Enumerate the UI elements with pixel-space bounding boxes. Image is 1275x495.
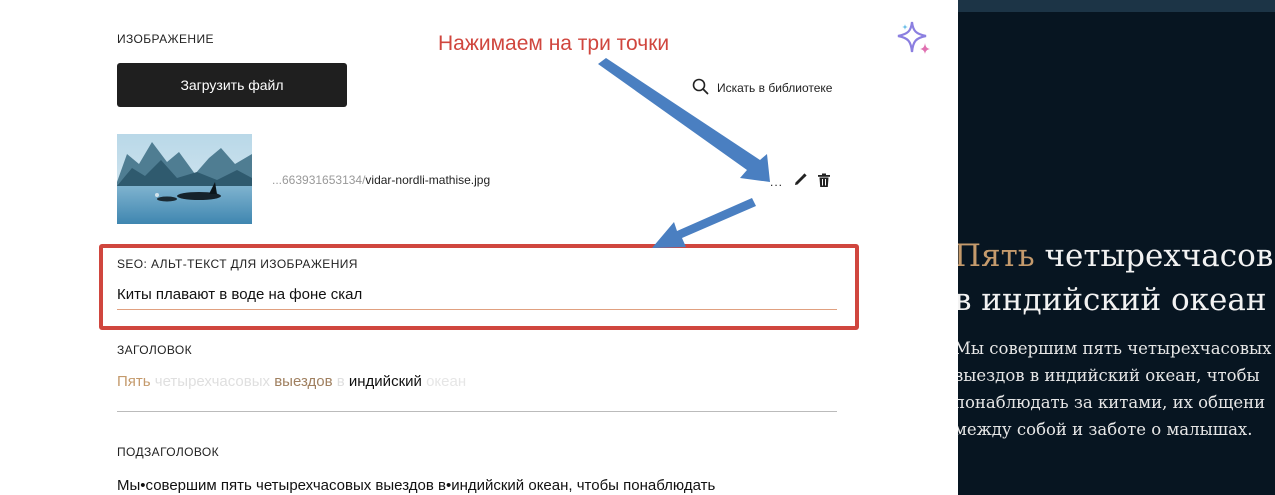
- annotation-arrows: [598, 58, 770, 248]
- editor-panel: ИЗОБРАЖЕНИЕ Загрузить файл Искать в библ…: [0, 0, 958, 495]
- sparkle-icon[interactable]: [896, 20, 932, 61]
- preview-subtitle: Мы совершим пять четырехчасовых выездов …: [958, 335, 1275, 443]
- preview-subtitle-line: Мы совершим пять четырехчасовых: [958, 339, 1272, 358]
- preview-title-line-2: в индийский океан: [958, 282, 1267, 318]
- preview-title-accent: Пять: [958, 238, 1035, 274]
- preview-title: Пять четырехчасов в индийский океан: [958, 234, 1275, 322]
- preview-subtitle-line: выездов в индийский океан, чтобы: [958, 366, 1260, 385]
- preview-subtitle-line: между собой и заботе о малышах.: [958, 420, 1253, 439]
- preview-panel: Пять четырехчасов в индийский океан Мы с…: [958, 0, 1275, 495]
- preview-title-rest: четырехчасов: [1034, 238, 1274, 274]
- preview-subtitle-line: понаблюдать за китами, их общени: [958, 393, 1266, 412]
- preview-image-strip: [958, 0, 1275, 12]
